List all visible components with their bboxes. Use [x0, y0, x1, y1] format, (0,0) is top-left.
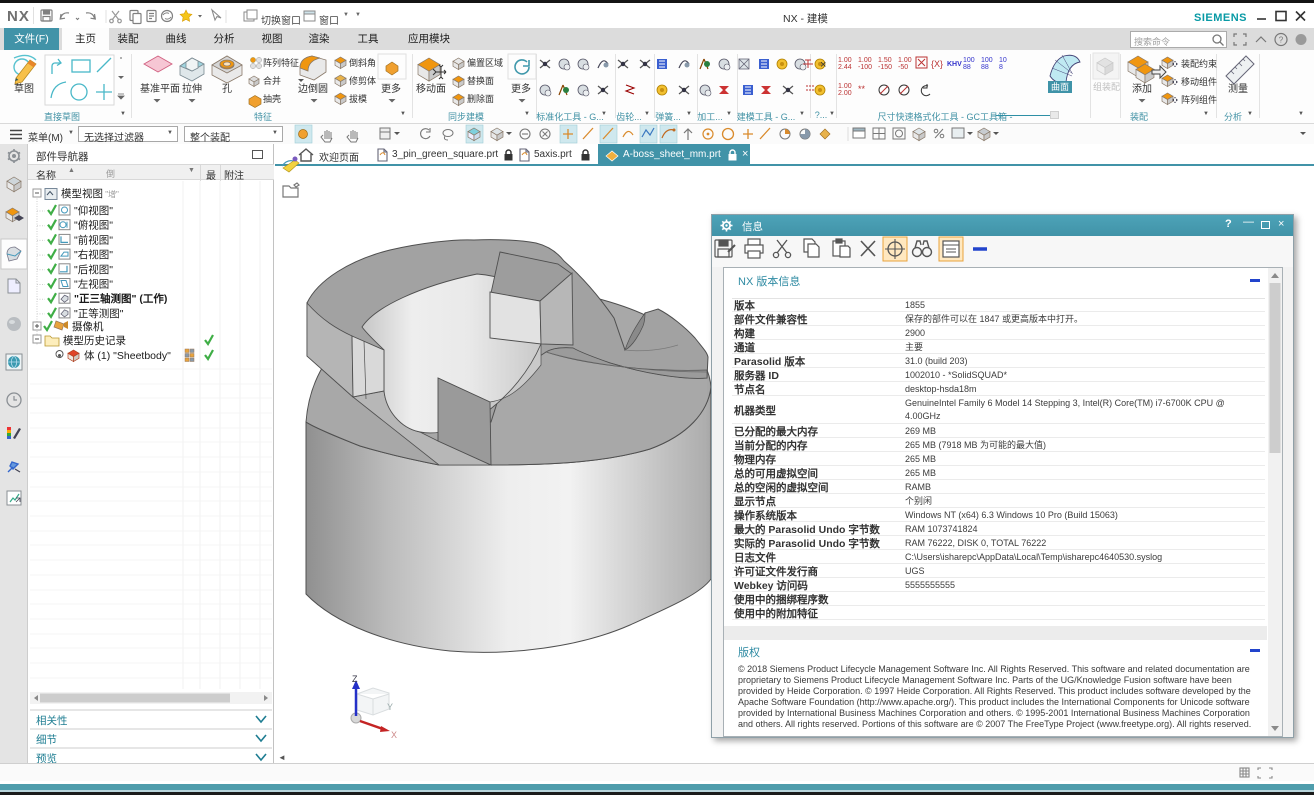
svg-text:体 (1) "Sheetbody": 体 (1) "Sheetbody" — [84, 350, 171, 362]
svg-text:合并: 合并 — [263, 75, 281, 86]
svg-text:替换面: 替换面 — [467, 75, 494, 86]
svg-text:10: 10 — [999, 57, 1007, 64]
svg-text:2.44: 2.44 — [838, 64, 852, 71]
svg-text:100: 100 — [963, 57, 975, 64]
svg-text:细节: 细节 — [36, 733, 57, 746]
svg-text:-150: -150 — [878, 64, 892, 71]
svg-text:"右视图": "右视图" — [74, 248, 113, 261]
svg-text:边倒圆: 边倒圆 — [298, 83, 328, 95]
svg-text:相关性: 相关性 — [36, 714, 68, 727]
svg-text:预览: 预览 — [36, 752, 57, 763]
svg-text:组装配: 组装配 — [1093, 81, 1120, 92]
svg-text:**: ** — [858, 84, 866, 94]
svg-text:"左视图": "左视图" — [74, 278, 113, 291]
svg-text:拔模: 拔模 — [349, 93, 367, 104]
svg-text:?: ? — [1279, 36, 1284, 45]
svg-text:孔: 孔 — [222, 83, 232, 95]
svg-text:1.00: 1.00 — [838, 83, 852, 90]
svg-text:1.00: 1.00 — [898, 57, 912, 64]
svg-text:×: × — [820, 59, 826, 71]
svg-text:删除面: 删除面 — [467, 93, 494, 104]
svg-text:模型视图 "增": 模型视图 "增" — [61, 187, 119, 200]
svg-text:模型历史记录: 模型历史记录 — [63, 334, 126, 347]
svg-text:修剪体: 修剪体 — [349, 75, 376, 86]
svg-text:Z: Z — [352, 674, 358, 684]
svg-text:阵列组件: 阵列组件 — [1181, 94, 1217, 105]
svg-text:更多: 更多 — [511, 82, 531, 95]
svg-text:Y: Y — [387, 702, 393, 712]
svg-text:拉伸: 拉伸 — [182, 82, 202, 95]
svg-text:"后视图": "后视图" — [74, 263, 113, 276]
svg-text:抽壳: 抽壳 — [263, 93, 281, 104]
svg-text:88: 88 — [981, 64, 989, 71]
svg-text:更多: 更多 — [381, 82, 401, 95]
svg-text:8: 8 — [999, 64, 1003, 71]
svg-text:偏置区域: 偏置区域 — [467, 57, 503, 68]
svg-text:"前视图": "前视图" — [74, 233, 113, 246]
svg-text:1.00: 1.00 — [838, 57, 852, 64]
svg-text:移动面: 移动面 — [416, 82, 446, 95]
svg-text:100: 100 — [981, 57, 993, 64]
svg-text:移动组件: 移动组件 — [1181, 76, 1217, 87]
svg-text:草图: 草图 — [14, 83, 34, 95]
svg-text:装配约束: 装配约束 — [1181, 58, 1217, 69]
svg-text:X: X — [391, 730, 397, 740]
svg-text:"正等测图": "正等测图" — [74, 307, 124, 320]
svg-text:"正三轴测图" (工作): "正三轴测图" (工作) — [74, 292, 167, 305]
svg-text:1.00: 1.00 — [858, 57, 872, 64]
svg-text:1.50: 1.50 — [878, 57, 892, 64]
svg-text:-100: -100 — [858, 64, 872, 71]
svg-text:测量: 测量 — [1228, 82, 1248, 95]
svg-text:{X}: {X} — [931, 59, 943, 69]
svg-text:-50: -50 — [898, 64, 908, 71]
svg-text:摄像机: 摄像机 — [72, 320, 104, 333]
svg-text:倒斜角: 倒斜角 — [349, 57, 376, 68]
svg-text:2.00: 2.00 — [838, 90, 852, 97]
svg-text:曲面: 曲面 — [1051, 82, 1069, 92]
svg-text:添加: 添加 — [1132, 82, 1152, 95]
svg-text:"仰视图": "仰视图" — [74, 204, 113, 217]
svg-text:基准平面: 基准平面 — [140, 82, 180, 95]
svg-text:KHV: KHV — [947, 61, 962, 68]
svg-text:88: 88 — [963, 64, 971, 71]
svg-text:"俯视图": "俯视图" — [74, 219, 113, 232]
svg-text:阵列特征: 阵列特征 — [263, 57, 299, 68]
